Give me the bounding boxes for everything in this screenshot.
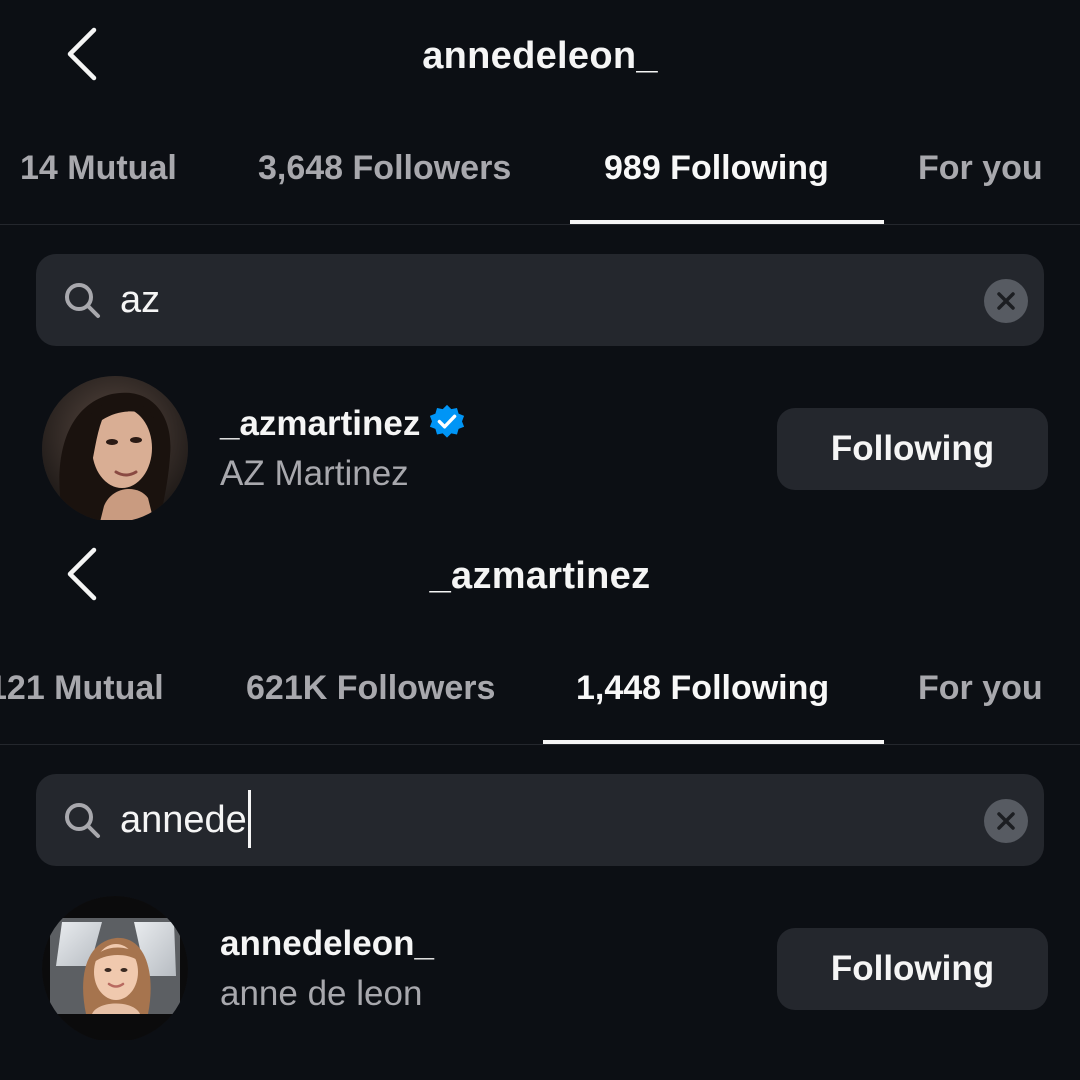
search-icon: [62, 280, 102, 320]
tab-following[interactable]: 989 Following: [604, 140, 829, 196]
search-input[interactable]: az: [120, 254, 160, 346]
list-item[interactable]: annedeleon_ anne de leon Following: [0, 896, 1080, 1040]
verified-badge-icon: [428, 403, 466, 441]
page-title: _azmartinez: [429, 555, 651, 597]
text-cursor: [247, 789, 251, 848]
username[interactable]: _azmartinez: [220, 402, 466, 446]
tab-followers[interactable]: 621K Followers: [246, 660, 495, 716]
tabs-divider: [0, 224, 1080, 225]
screen-azmartinez-following: _azmartinez 121 Mutual 621K Followers 1,…: [0, 520, 1080, 1040]
avatar[interactable]: [42, 376, 188, 520]
screen-annedeleon-following: annedeleon_ 14 Mutual 3,648 Followers 98…: [0, 0, 1080, 520]
list-item[interactable]: _azmartinez AZ Martinez Following: [0, 376, 1080, 520]
profile-tabs: 121 Mutual 621K Followers 1,448 Followin…: [0, 660, 1080, 744]
tab-mutual[interactable]: 14 Mutual: [20, 140, 177, 196]
tab-following[interactable]: 1,448 Following: [576, 660, 829, 716]
search-input-text: annede: [120, 799, 247, 841]
tab-followers[interactable]: 3,648 Followers: [258, 140, 511, 196]
page-title: annedeleon_: [422, 35, 658, 77]
search-input[interactable]: annede: [120, 774, 251, 866]
username-text: _azmartinez: [220, 404, 421, 443]
full-name: anne de leon: [220, 974, 423, 1013]
clear-icon[interactable]: [984, 279, 1028, 323]
following-button[interactable]: Following: [777, 408, 1048, 490]
tab-for-you[interactable]: For you: [918, 660, 1043, 716]
search-bar[interactable]: annede: [36, 774, 1044, 866]
full-name: AZ Martinez: [220, 454, 409, 493]
search-bar[interactable]: az: [36, 254, 1044, 346]
tabs-divider: [0, 744, 1080, 745]
tab-for-you[interactable]: For you: [918, 140, 1043, 196]
avatar[interactable]: [42, 896, 188, 1040]
following-button[interactable]: Following: [777, 928, 1048, 1010]
profile-tabs: 14 Mutual 3,648 Followers 989 Following …: [0, 140, 1080, 224]
tab-mutual[interactable]: 121 Mutual: [0, 660, 164, 716]
search-icon: [62, 800, 102, 840]
clear-icon[interactable]: [984, 799, 1028, 843]
username[interactable]: annedeleon_: [220, 922, 434, 966]
